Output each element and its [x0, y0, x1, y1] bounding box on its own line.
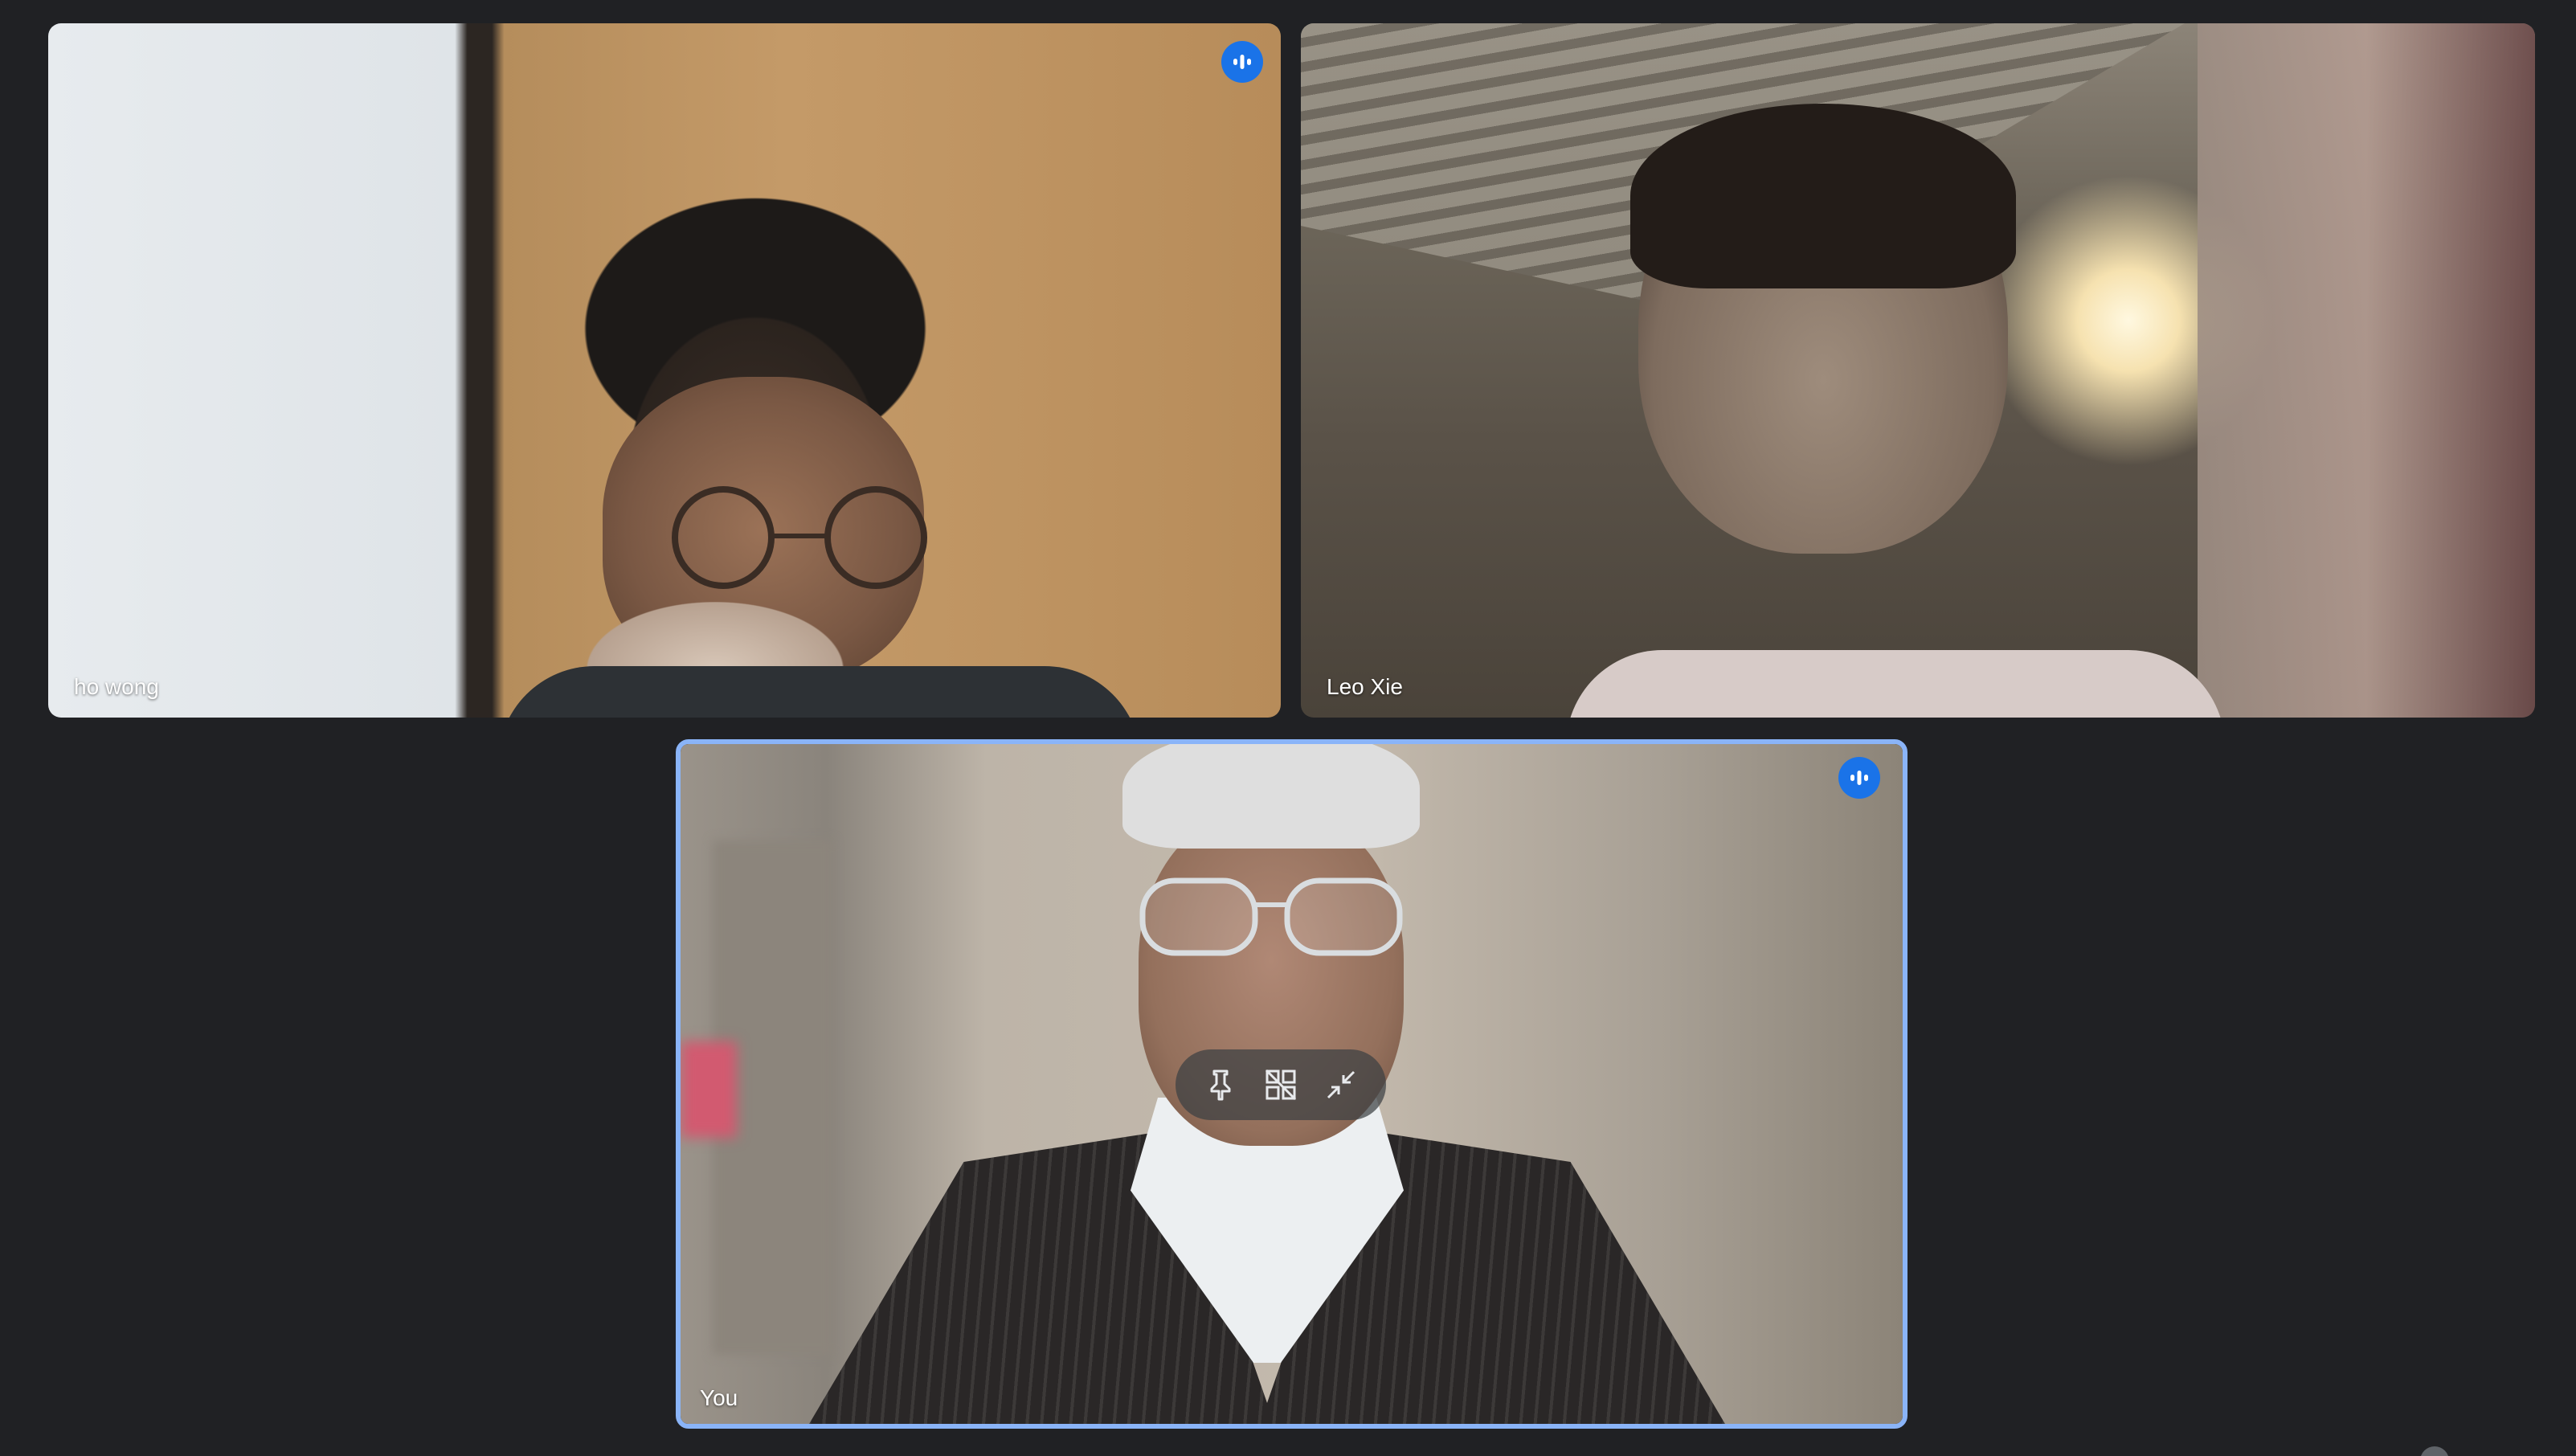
- video-detail: [1630, 104, 2016, 288]
- participant-name: ho wong: [74, 674, 159, 699]
- remove-from-grid-button[interactable]: [1258, 1062, 1303, 1107]
- scroll-handle[interactable]: [2420, 1446, 2449, 1456]
- tile-hover-controls: [1176, 1049, 1386, 1120]
- video-detail: [1139, 877, 1403, 956]
- video-detail: [498, 666, 1141, 718]
- participant-video: [1301, 23, 2535, 718]
- minimize-button[interactable]: [1319, 1062, 1364, 1107]
- pin-icon: [1210, 1070, 1231, 1101]
- video-detail: [681, 1041, 737, 1138]
- speaking-indicator-icon: [1221, 41, 1263, 83]
- pin-button[interactable]: [1198, 1062, 1243, 1107]
- video-detail: [672, 486, 927, 589]
- video-detail: [2198, 23, 2535, 718]
- participant-tile-you[interactable]: You: [676, 739, 1907, 1429]
- meeting-grid: ho wong Leo Xie You: [0, 0, 2576, 1456]
- remove-from-grid-icon: [1265, 1069, 1297, 1101]
- minimize-icon: [1327, 1070, 1355, 1099]
- participant-name: You: [700, 1385, 738, 1410]
- participant-video: [48, 23, 1281, 718]
- participant-tile-ho-wong[interactable]: ho wong: [48, 23, 1281, 718]
- participant-name: Leo Xie: [1327, 674, 1403, 699]
- video-detail: [1122, 744, 1420, 849]
- video-detail: [1566, 650, 2225, 718]
- speaking-indicator-icon: [1838, 757, 1880, 799]
- participant-tile-leo-xie[interactable]: Leo Xie: [1301, 23, 2535, 718]
